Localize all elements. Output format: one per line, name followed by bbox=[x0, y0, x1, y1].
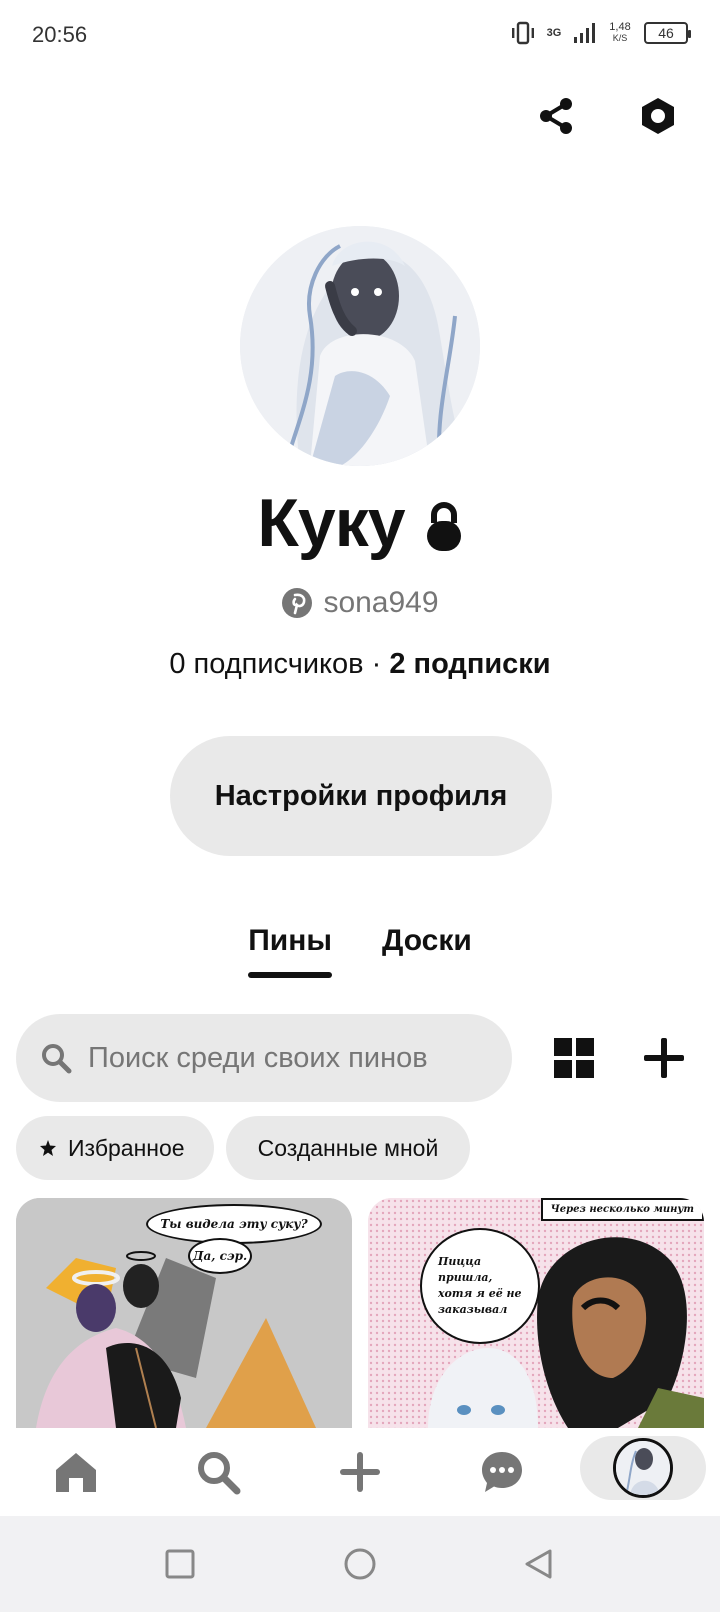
home-icon bbox=[56, 1453, 96, 1492]
nav-search[interactable] bbox=[190, 1444, 246, 1500]
status-bar: 20:56 3G 1,48 K/S 46 bbox=[0, 0, 720, 72]
status-time: 20:56 bbox=[32, 22, 88, 47]
battery-level: 46 bbox=[658, 25, 674, 41]
lock-icon bbox=[426, 502, 461, 551]
pins-search-input[interactable]: Поиск среди своих пинов bbox=[16, 1014, 512, 1102]
avatar bbox=[613, 1438, 673, 1498]
speed-unit: K/S bbox=[612, 33, 628, 43]
bottom-navigation bbox=[0, 1428, 720, 1516]
square-icon bbox=[165, 1549, 195, 1579]
favorites-chip[interactable]: Избранное bbox=[16, 1116, 214, 1180]
avatar-image bbox=[616, 1441, 670, 1495]
profile-name: Куку bbox=[257, 485, 405, 561]
speech-bubble: Да, сэр. bbox=[188, 1238, 252, 1274]
settings-button[interactable] bbox=[630, 88, 686, 144]
plus-icon bbox=[644, 1038, 684, 1078]
circle-icon bbox=[344, 1548, 376, 1580]
network-speed: 1,48 K/S bbox=[606, 22, 634, 44]
profile-name-row: Куку bbox=[0, 484, 720, 562]
speech-text: Пицца пришла, хотя я её не заказывал bbox=[438, 1255, 522, 1316]
nav-home[interactable] bbox=[48, 1444, 104, 1500]
pin-card[interactable]: Через несколько минут Пицца пришла, хотя… bbox=[368, 1198, 704, 1428]
battery-icon: 46 bbox=[644, 22, 691, 44]
grid-icon bbox=[554, 1038, 594, 1078]
nav-create[interactable] bbox=[332, 1444, 388, 1500]
speed-value: 1,48 bbox=[609, 21, 631, 33]
following-count[interactable]: 2 подписки bbox=[389, 648, 550, 680]
profile-avatar[interactable] bbox=[240, 226, 480, 466]
speech-bubble: Пицца пришла, хотя я её не заказывал bbox=[420, 1228, 540, 1344]
star-icon bbox=[40, 1140, 56, 1156]
share-icon bbox=[540, 98, 572, 134]
avatar-image bbox=[240, 226, 480, 466]
created-by-me-chip[interactable]: Созданные мной bbox=[226, 1116, 470, 1180]
search-placeholder: Поиск среди своих пинов bbox=[88, 1041, 428, 1074]
username: sona949 bbox=[323, 586, 439, 619]
username-row: sona949 bbox=[0, 586, 720, 620]
tab-pins[interactable]: Пины bbox=[248, 924, 332, 978]
layout-toggle-button[interactable] bbox=[548, 1032, 600, 1084]
speech-bubble: Ты видела эту суку? bbox=[146, 1204, 322, 1244]
followers-count[interactable]: 0 подписчиков bbox=[169, 648, 363, 680]
comic-caption: Через несколько минут bbox=[540, 1198, 704, 1221]
favorites-label: Избранное bbox=[68, 1134, 185, 1161]
nav-profile[interactable] bbox=[580, 1436, 706, 1500]
tab-boards[interactable]: Доски bbox=[382, 924, 472, 978]
pin-image bbox=[368, 1198, 704, 1428]
speech-text: Да, сэр. bbox=[192, 1249, 248, 1263]
status-icons: 3G 1,48 K/S 46 bbox=[510, 20, 691, 46]
share-button[interactable] bbox=[528, 88, 584, 144]
vibrate-icon bbox=[512, 21, 534, 45]
system-navigation-bar bbox=[0, 1516, 720, 1612]
search-icon bbox=[198, 1452, 241, 1495]
follow-separator: · bbox=[363, 648, 390, 680]
recent-apps-button[interactable] bbox=[162, 1546, 198, 1582]
network-type: 3G bbox=[546, 26, 562, 39]
add-pin-button[interactable] bbox=[636, 1030, 692, 1086]
speech-text: Ты видела эту суку? bbox=[160, 1217, 308, 1231]
signal-icon bbox=[574, 23, 595, 43]
plus-icon bbox=[340, 1452, 380, 1492]
pinterest-logo-icon bbox=[282, 588, 313, 618]
system-home-button[interactable] bbox=[342, 1546, 378, 1582]
search-icon bbox=[42, 1044, 72, 1074]
back-triangle-icon bbox=[525, 1549, 552, 1579]
messages-icon bbox=[482, 1452, 522, 1492]
settings-hexagon-icon bbox=[642, 98, 674, 134]
pin-card[interactable]: Ты видела эту суку? Да, сэр. bbox=[16, 1198, 352, 1428]
profile-tabs: Пины Доски bbox=[0, 924, 720, 978]
system-back-button[interactable] bbox=[520, 1546, 556, 1582]
nav-messages[interactable] bbox=[474, 1444, 530, 1500]
profile-settings-button[interactable]: Настройки профиля bbox=[170, 736, 552, 856]
follow-stats: 0 подписчиков · 2 подписки bbox=[0, 648, 720, 681]
